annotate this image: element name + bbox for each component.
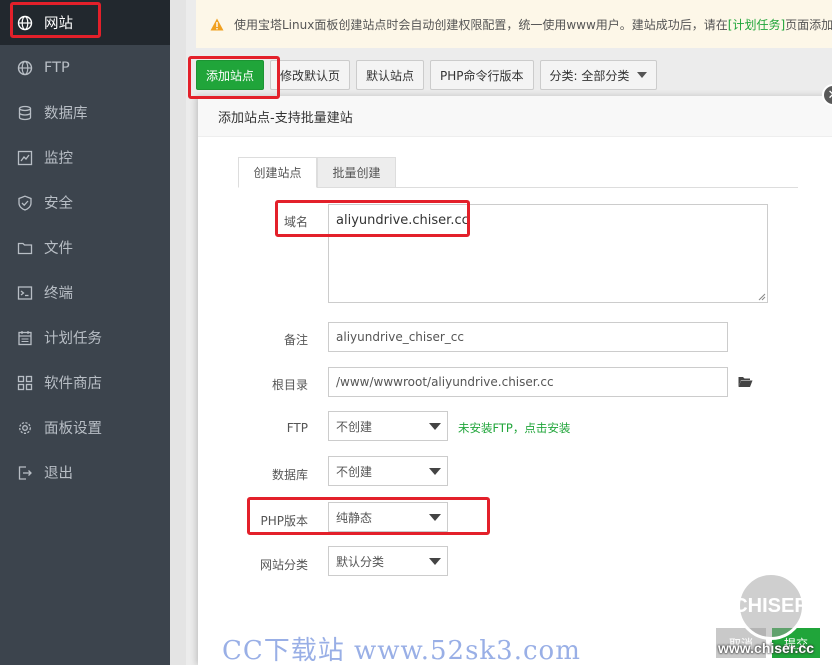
folder-open-icon[interactable] xyxy=(738,376,753,388)
sidebar-item-label: FTP xyxy=(44,59,70,76)
site-category-select-value: 默认分类 xyxy=(336,554,385,569)
category-filter-label: 分类: 全部分类 xyxy=(549,68,630,83)
chevron-down-icon xyxy=(429,558,441,565)
highlight-add-site-button xyxy=(188,56,280,99)
chiser-logo: CHISER xyxy=(733,572,809,640)
chevron-down-icon xyxy=(429,468,441,475)
database-select-value: 不创建 xyxy=(336,464,373,479)
remark-input[interactable]: aliyundrive_chiser_cc xyxy=(328,322,728,352)
category-filter-select[interactable]: 分类: 全部分类 xyxy=(539,60,658,90)
folder-icon xyxy=(17,240,33,256)
php-cli-version-button[interactable]: PHP命令行版本 xyxy=(430,60,534,90)
calendar-icon xyxy=(17,330,33,346)
sidebar-item-monitor[interactable]: 监控 xyxy=(0,135,170,180)
rootdir-input[interactable]: /www/wwwroot/aliyundrive.chiser.cc xyxy=(328,367,728,397)
sidebar: 网站 FTP 数据库 监控 安全 文件 终端 计划任务 软件商店 面板设置 退出 xyxy=(0,0,170,665)
database-select[interactable]: 不创建 xyxy=(328,456,448,486)
add-site-dialog: 添加站点-支持批量建站 创建站点 批量创建 域名 aliyundrive.chi… xyxy=(198,96,832,665)
rootdir-value: /www/wwwroot/aliyundrive.chiser.cc xyxy=(336,375,554,389)
highlight-domain-field xyxy=(275,200,470,237)
ftp-install-link[interactable]: 未安装FTP，点击安装 xyxy=(458,420,570,436)
highlight-website-nav xyxy=(10,2,101,38)
sidebar-item-terminal[interactable]: 终端 xyxy=(0,270,170,315)
sidebar-item-files[interactable]: 文件 xyxy=(0,225,170,270)
edit-default-page-button[interactable]: 修改默认页 xyxy=(270,60,351,90)
gear-icon xyxy=(17,420,33,436)
tab-create-site[interactable]: 创建站点 xyxy=(238,157,317,188)
tab-batch-create[interactable]: 批量创建 xyxy=(317,157,396,188)
sidebar-item-label: 数据库 xyxy=(44,106,88,122)
sidebar-item-label: 面板设置 xyxy=(44,421,102,437)
shield-icon xyxy=(17,195,33,211)
chiser-url: www.chiser.cc xyxy=(718,640,814,656)
sidebar-item-label: 退出 xyxy=(44,466,73,482)
dialog-tabs: 创建站点 批量创建 xyxy=(238,157,798,188)
warning-icon xyxy=(210,18,224,31)
monitor-chart-icon xyxy=(17,150,33,166)
ftp-globe-icon xyxy=(17,60,33,76)
main-gutter xyxy=(170,0,186,665)
ftp-label: FTP xyxy=(286,421,308,435)
sidebar-item-ftp[interactable]: FTP xyxy=(0,45,170,90)
sidebar-item-panel-settings[interactable]: 面板设置 xyxy=(0,405,170,450)
logout-icon xyxy=(17,465,33,481)
site-category-label: 网站分类 xyxy=(259,558,308,572)
terminal-icon xyxy=(17,285,33,301)
sidebar-item-label: 安全 xyxy=(44,196,73,212)
sidebar-item-database[interactable]: 数据库 xyxy=(0,90,170,135)
sidebar-item-label: 软件商店 xyxy=(44,376,102,392)
sidebar-item-label: 文件 xyxy=(44,241,73,257)
notice-text: 使用宝塔Linux面板创建站点时会自动创建权限配置，统一使用www用户。建站成功… xyxy=(234,17,728,32)
ftp-select[interactable]: 不创建 xyxy=(328,411,448,441)
sidebar-item-cron[interactable]: 计划任务 xyxy=(0,315,170,360)
watermark-text: CC下载站 www.52sk3.com xyxy=(222,636,581,665)
sidebar-item-security[interactable]: 安全 xyxy=(0,180,170,225)
site-category-select[interactable]: 默认分类 xyxy=(328,546,448,576)
sidebar-item-label: 监控 xyxy=(44,151,73,167)
rootdir-label: 根目录 xyxy=(271,378,308,392)
ftp-select-value: 不创建 xyxy=(336,419,373,434)
highlight-php-version xyxy=(247,497,490,535)
sidebar-item-label: 终端 xyxy=(44,286,73,302)
notice-bar: 使用宝塔Linux面板创建站点时会自动创建权限配置，统一使用www用户。建站成功… xyxy=(196,0,832,48)
apps-grid-icon xyxy=(17,375,33,391)
sidebar-item-logout[interactable]: 退出 xyxy=(0,450,170,495)
resize-handle-icon[interactable] xyxy=(758,293,766,301)
default-site-button[interactable]: 默认站点 xyxy=(356,60,425,90)
chevron-down-icon xyxy=(637,72,648,78)
chevron-down-icon xyxy=(429,423,441,430)
sidebar-item-app-store[interactable]: 软件商店 xyxy=(0,360,170,405)
dialog-title: 添加站点-支持批量建站 xyxy=(198,96,832,137)
sidebar-item-label: 计划任务 xyxy=(44,331,102,347)
notice-cron-link[interactable]: [计划任务] xyxy=(728,16,785,33)
notice-text-after: 页面添加 xyxy=(785,17,832,32)
remark-label: 备注 xyxy=(283,333,308,347)
remark-value: aliyundrive_chiser_cc xyxy=(336,330,465,344)
database-icon xyxy=(17,105,33,121)
database-label: 数据库 xyxy=(271,468,308,482)
